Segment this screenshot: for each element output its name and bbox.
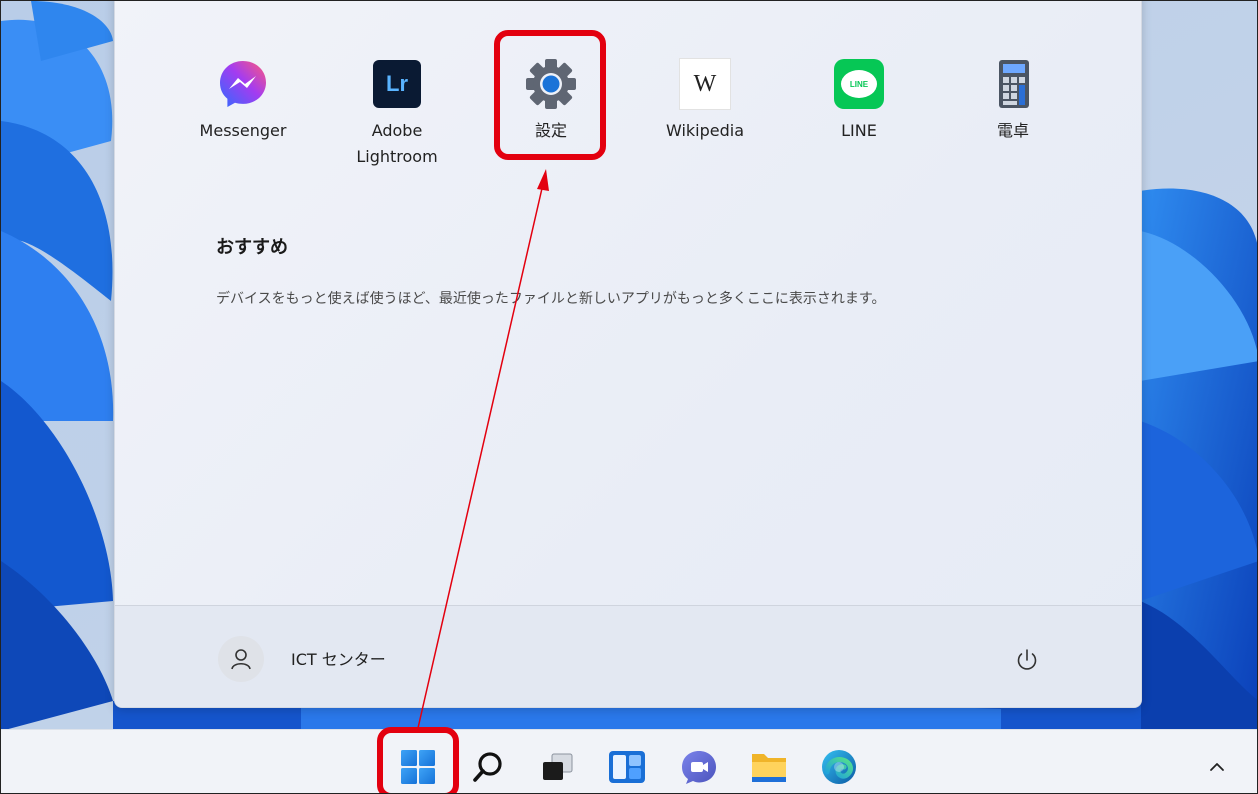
power-icon: [1017, 649, 1037, 670]
line-icon: LINE: [833, 58, 885, 110]
taskbar-widgets-button[interactable]: [607, 747, 647, 787]
highlight-start-button: [377, 727, 459, 793]
user-icon: [231, 649, 251, 670]
search-icon: [473, 752, 502, 782]
messenger-icon: [217, 58, 269, 110]
file-explorer-icon: [752, 754, 786, 782]
widgets-icon: [609, 751, 645, 783]
recommended-title: おすすめ: [216, 237, 288, 258]
taskbar-chat-button[interactable]: [679, 747, 719, 787]
taskbar-task-view-button[interactable]: [537, 747, 577, 787]
lightroom-icon-text: Lr: [386, 71, 408, 96]
edge-icon: [822, 750, 856, 784]
highlight-settings: [494, 30, 606, 160]
app-label-line1: Adobe: [371, 121, 423, 140]
taskbar-file-explorer-button[interactable]: [749, 747, 789, 787]
lightroom-icon: Lr: [371, 58, 423, 110]
calculator-icon: [987, 58, 1039, 110]
taskbar-tray-expand-button[interactable]: [1197, 747, 1237, 787]
app-label: 電卓: [996, 121, 1029, 140]
wikipedia-icon-text: W: [693, 70, 717, 97]
screenshot-frame: Messenger Lr Adobe Lightroom 設定 W Wikipe…: [0, 0, 1258, 794]
pinned-app-wikipedia[interactable]: W Wikipedia: [640, 58, 770, 144]
app-label: Messenger: [199, 121, 287, 140]
app-label: Wikipedia: [665, 121, 745, 140]
app-label: Adobe Lightroom: [332, 118, 462, 170]
taskbar-edge-button[interactable]: [819, 747, 859, 787]
power-button[interactable]: [1012, 645, 1042, 675]
task-view-icon: [543, 753, 573, 780]
user-name[interactable]: ICT センター: [291, 646, 386, 670]
pinned-app-messenger[interactable]: Messenger: [178, 58, 308, 144]
wikipedia-icon: W: [679, 58, 731, 110]
start-menu: Messenger Lr Adobe Lightroom 設定 W Wikipe…: [114, 1, 1142, 708]
pinned-app-line[interactable]: LINE LINE: [794, 58, 924, 144]
app-label: LINE: [841, 121, 877, 140]
start-menu-footer: [115, 606, 1141, 707]
app-label-line2: Lightroom: [356, 147, 438, 166]
chat-icon: [682, 751, 716, 784]
taskbar-search-button[interactable]: [468, 747, 508, 787]
recommended-empty-text: デバイスをもっと使えば使うほど、最近使ったファイルと新しいアプリがもっと多くここ…: [216, 291, 886, 307]
pinned-app-calculator[interactable]: 電卓: [948, 58, 1078, 144]
user-avatar[interactable]: [218, 636, 264, 682]
chevron-up-icon: [1210, 763, 1224, 771]
line-icon-text: LINE: [849, 79, 869, 89]
pinned-app-adobe-lightroom[interactable]: Lr Adobe Lightroom: [332, 58, 462, 170]
